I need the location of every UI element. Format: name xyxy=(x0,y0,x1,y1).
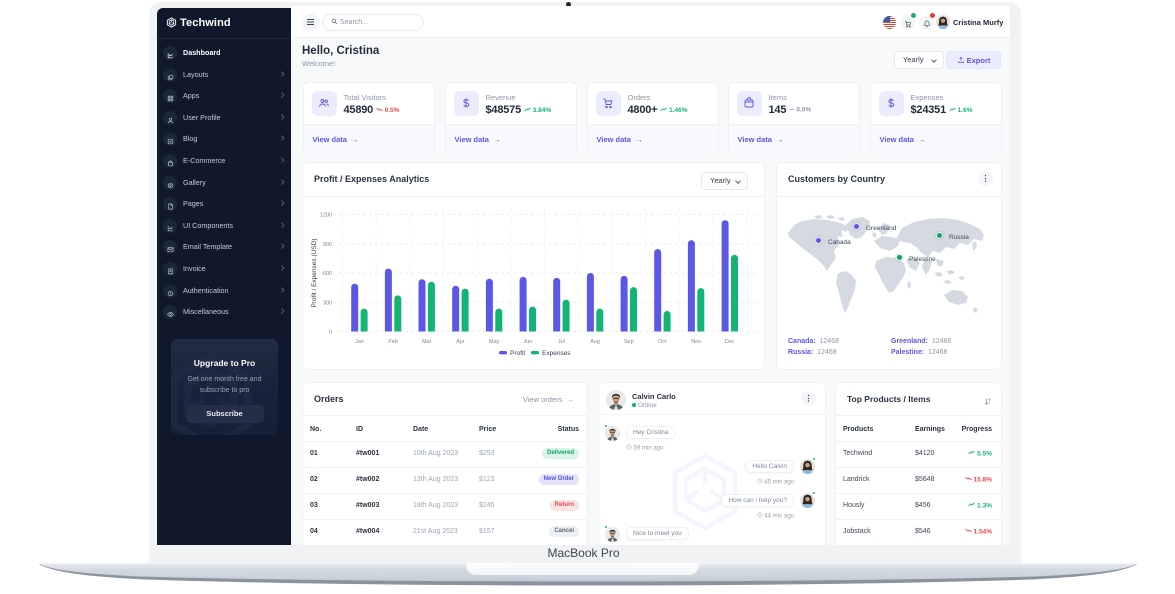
svg-text:Oct: Oct xyxy=(658,339,667,345)
svg-text:Feb: Feb xyxy=(388,339,397,345)
svg-text:Sep: Sep xyxy=(624,339,634,345)
svg-text:900: 900 xyxy=(323,242,332,248)
svg-text:Nov: Nov xyxy=(691,339,701,345)
svg-text:600: 600 xyxy=(323,271,332,277)
svg-text:Dec: Dec xyxy=(725,339,735,345)
svg-text:Profit: Profit xyxy=(510,350,525,357)
svg-text:300: 300 xyxy=(323,300,332,306)
svg-text:Expenses: Expenses xyxy=(542,350,571,357)
svg-text:Profit / Expenses (USD): Profit / Expenses (USD) xyxy=(311,239,318,308)
svg-text:Jul: Jul xyxy=(558,339,565,345)
svg-text:May: May xyxy=(489,339,500,345)
svg-text:Jan: Jan xyxy=(355,339,364,345)
svg-text:Mar: Mar xyxy=(422,339,432,345)
svg-text:Apr: Apr xyxy=(456,339,465,345)
svg-text:0: 0 xyxy=(329,330,332,336)
svg-text:1200: 1200 xyxy=(320,213,332,219)
svg-text:Jun: Jun xyxy=(523,339,532,345)
svg-text:Aug: Aug xyxy=(590,339,600,345)
